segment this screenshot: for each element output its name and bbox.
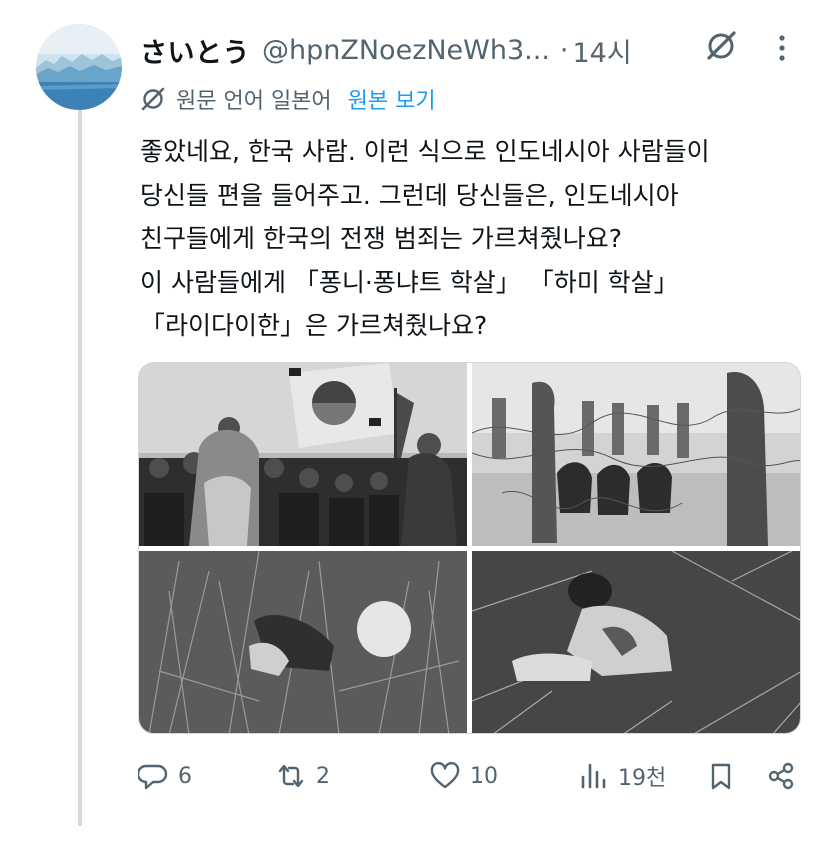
post-text-line: 친구들에게 한국의 전쟁 범죄는 가르쳐줬나요? <box>140 224 623 253</box>
author-handle[interactable]: @hpnZNoezNeWh3... <box>262 35 550 66</box>
post-text-line: 「라이다이한」은 가르쳐줬나요? <box>140 311 488 340</box>
photo-woman-grass[interactable] <box>472 551 800 733</box>
grok-translate-icon <box>141 87 165 111</box>
post-text-line: 좋았네요, 한국 사람. 이런 식으로 인도네시아 사람들이 <box>140 137 710 166</box>
author-name[interactable]: さいとう <box>140 31 250 70</box>
media-grid <box>138 362 801 734</box>
thread-line <box>78 104 82 826</box>
bookmark-icon <box>711 763 731 790</box>
repost-icon <box>278 764 304 788</box>
photo-prisoners-wire[interactable] <box>472 363 800 546</box>
photo-grass-body[interactable] <box>139 551 467 733</box>
original-language-label: 원문 언어 일본어 <box>176 89 332 114</box>
photo-soldiers-flag[interactable] <box>139 363 467 546</box>
reply-button[interactable]: 6 <box>138 756 192 796</box>
view-count: 19천 <box>618 766 667 791</box>
reply-icon <box>138 764 168 790</box>
share-button[interactable] <box>766 756 796 796</box>
post-text-line: 당신들 편을 들어주고. 그런데 당신들은, 인도네시아 <box>140 180 679 210</box>
like-button[interactable]: 10 <box>430 756 498 796</box>
post-time[interactable]: 14시 <box>573 31 632 70</box>
like-count: 10 <box>470 763 498 789</box>
views-button[interactable]: 19천 <box>578 756 666 796</box>
grok-icon[interactable] <box>703 28 739 64</box>
avatar[interactable] <box>36 24 122 110</box>
views-icon <box>581 763 606 789</box>
share-icon <box>768 762 794 790</box>
repost-button[interactable]: 2 <box>276 756 330 796</box>
show-original-link[interactable]: 원본 보기 <box>348 83 436 115</box>
post-text: 좋았네요, 한국 사람. 이런 식으로 인도네시아 사람들이 당신들 편을 들어… <box>140 130 810 348</box>
heart-icon <box>430 761 460 789</box>
repost-count: 2 <box>316 763 330 789</box>
translation-bar: 원문 언어 일본어 원본 보기 <box>140 82 436 116</box>
bookmark-button[interactable] <box>706 756 736 796</box>
action-bar: 6 2 10 19천 <box>138 756 808 796</box>
more-vertical-icon[interactable] <box>770 30 794 66</box>
separator-dot: · <box>559 34 569 66</box>
post-text-line: 이 사람들에게 「퐁니·퐁냐트 학살」 「하미 학살」 <box>140 267 679 297</box>
reply-count: 6 <box>178 763 192 789</box>
